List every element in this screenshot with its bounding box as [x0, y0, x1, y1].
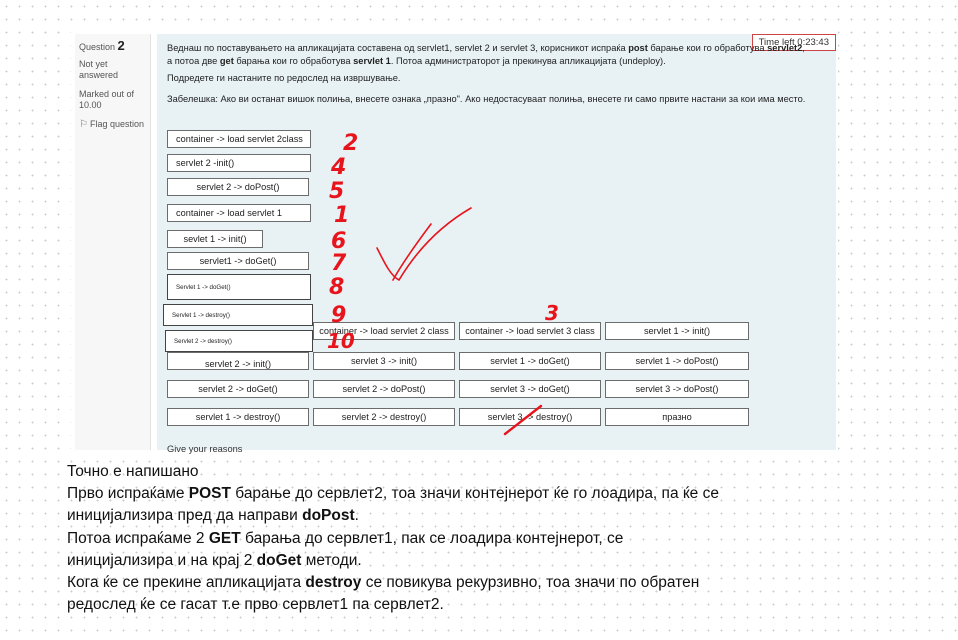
flag-icon: ⚐	[79, 119, 88, 130]
question-label: Question	[79, 42, 116, 52]
choice-load-servlet3[interactable]: container -> load servlet 3 class	[459, 322, 601, 340]
order-slot-6[interactable]: servlet1 -> doGet()	[167, 252, 309, 270]
question-paragraph-1: Веднаш по поставувањето на апликацијата …	[167, 43, 805, 66]
question-status: Not yet answered	[79, 59, 119, 80]
order-slot-1[interactable]: container -> load servlet 2class	[167, 130, 311, 148]
answer-line-3: иницијализира пред да направи doPost.	[67, 507, 359, 525]
question-number: Question 2	[79, 38, 146, 53]
order-slot-5[interactable]: sevlet 1 -> init()	[167, 230, 263, 248]
answer-text: Точно е напишано Прво испраќаме POST бар…	[67, 461, 927, 616]
choice-servlet2-doget[interactable]: servlet 2 -> doGet()	[167, 380, 309, 398]
choice-servlet1-dopost[interactable]: servlet 1 -> doPost()	[605, 352, 749, 370]
answer-line-5: иницијализира и на крај 2 doGet методи.	[67, 551, 362, 569]
answer-line-6: Кога ќе се прекине апликацијата destroy …	[67, 574, 700, 592]
choice-servlet2-dopost[interactable]: servlet 2 -> doPost()	[313, 380, 455, 398]
choice-servlet2-init[interactable]: servlet 2 -> init()	[167, 352, 309, 370]
question-info-panel: Question 2 Not yet answered Marked out o…	[75, 34, 151, 450]
choice-servlet3-doget[interactable]: servlet 3 -> doGet()	[459, 380, 601, 398]
flag-label: Flag question	[89, 119, 145, 129]
flag-question-link[interactable]: ⚐ Flag question	[79, 119, 146, 130]
answer-line-1: Точно е напишано	[67, 463, 199, 480]
choice-servlet1-destroy[interactable]: servlet 1 -> destroy()	[167, 408, 309, 426]
order-slot-9[interactable]: Servlet 2 -> destroy()	[165, 330, 313, 352]
answer-line-2: Прво испраќаме POST барање до сервлет2, …	[67, 485, 719, 503]
choice-servlet2-destroy[interactable]: servlet 2 -> destroy()	[313, 408, 455, 426]
choice-servlet1-doget[interactable]: servlet 1 -> doGet()	[459, 352, 601, 370]
order-slot-4[interactable]: container -> load servlet 1	[167, 204, 311, 222]
quiz-screenshot: Question 2 Not yet answered Marked out o…	[71, 30, 838, 454]
choice-empty[interactable]: празно	[605, 408, 749, 426]
question-paragraph-2: Подредете ги настаните по редослед на из…	[167, 73, 401, 83]
question-number-value: 2	[117, 38, 125, 53]
order-slot-3[interactable]: servlet 2 -> doPost()	[167, 178, 309, 196]
choice-servlet3-dopost[interactable]: servlet 3 -> doPost()	[605, 380, 749, 398]
question-panel: Time left 0:23:43 Веднаш по поставувањет…	[157, 34, 836, 454]
order-slot-7[interactable]: Servlet 1 -> doGet()	[167, 274, 311, 300]
answer-line-7: редослед ќе се гасат т.е прво сервлет1 п…	[67, 596, 444, 614]
choice-servlet3-destroy[interactable]: servlet 3 -> destroy()	[459, 408, 601, 426]
question-text: Веднаш по поставувањето на апликацијата …	[167, 42, 807, 114]
order-slot-2[interactable]: servlet 2 -init()	[167, 154, 311, 172]
choice-servlet1-init[interactable]: servlet 1 -> init()	[605, 322, 749, 340]
question-mark: Marked out of 10.00	[79, 89, 135, 110]
question-paragraph-3: Забелешка: Ако ви останат вишок полиња, …	[167, 94, 806, 104]
give-reasons-label: Give your reasons	[167, 444, 243, 454]
order-slot-8[interactable]: Servlet 1 -> destroy()	[163, 304, 313, 326]
answer-line-4: Потоа испраќаме 2 GET барања до сервлет1…	[67, 529, 624, 547]
choice-servlet3-init[interactable]: servlet 3 -> init()	[313, 352, 455, 370]
choice-load-servlet2[interactable]: container -> load servlet 2 class	[313, 322, 455, 340]
